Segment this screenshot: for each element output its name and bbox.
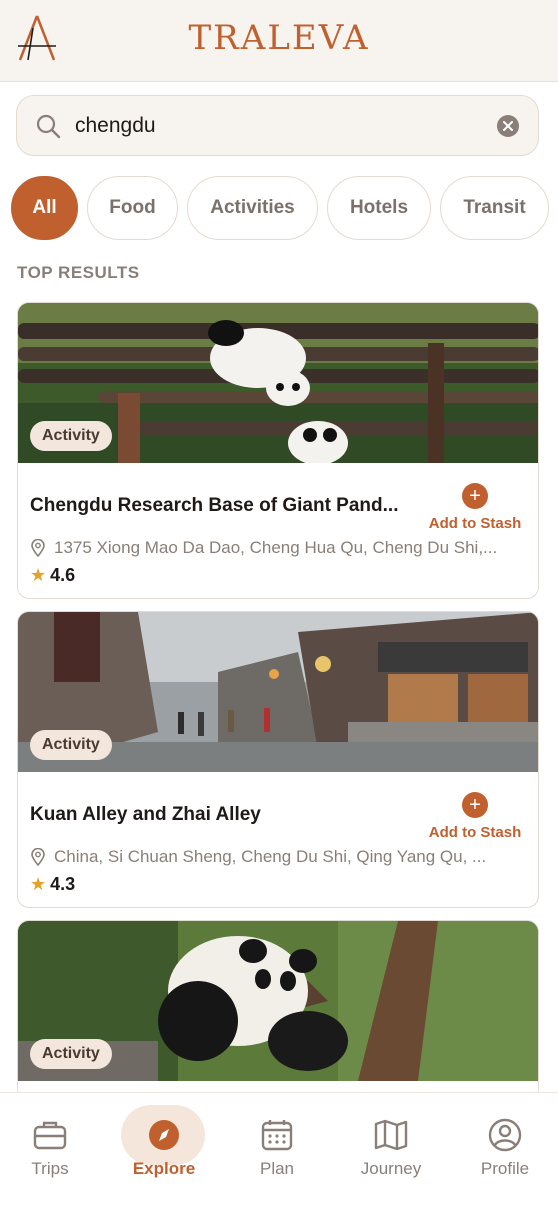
filter-chip-transit[interactable]: Transit [440, 176, 549, 240]
result-photo: Activity [18, 921, 538, 1081]
brand-title: TRALEVA [188, 18, 370, 58]
tab-journey[interactable]: Journey [346, 1105, 436, 1179]
tab-explore[interactable]: Explore [119, 1105, 209, 1179]
filter-chip-all[interactable]: All [11, 176, 78, 240]
result-rating: ★ 4.6 [30, 565, 75, 586]
calendar-icon [261, 1120, 293, 1151]
search-input[interactable] [75, 113, 496, 138]
filter-chips: All Food Activities Hotels Transit [0, 176, 558, 242]
tab-label: Journey [360, 1159, 422, 1178]
category-badge: Activity [30, 421, 112, 451]
result-photo: Activity [18, 612, 538, 772]
result-name[interactable]: Kuan Alley and Zhai Alley [30, 804, 410, 826]
search-icon [36, 114, 61, 138]
tab-label: Plan [259, 1159, 295, 1178]
category-badge: Activity [30, 730, 112, 760]
briefcase-icon [33, 1121, 67, 1150]
add-to-stash-label: Add to Stash [428, 515, 522, 532]
tab-plan[interactable]: Plan [232, 1105, 322, 1179]
compass-icon [149, 1120, 179, 1150]
app-header: TRALEVA [0, 0, 558, 82]
result-rating: ★ 4.3 [30, 874, 75, 895]
filter-chip-hotels[interactable]: Hotels [327, 176, 431, 240]
result-card[interactable]: Activity [17, 920, 539, 1100]
plus-icon: + [462, 483, 488, 509]
search-bar[interactable] [16, 95, 539, 156]
tab-label: Trips [31, 1159, 69, 1178]
add-to-stash-button[interactable]: + Add to Stash [427, 792, 523, 841]
result-card[interactable]: Activity Kuan Alley and Zhai Alley + Add… [17, 611, 539, 908]
plus-icon: + [462, 792, 488, 818]
section-title: TOP RESULTS [17, 263, 140, 282]
bottom-tab-bar: Trips Explore Plan Journey Profile [0, 1092, 558, 1223]
map-icon [374, 1119, 408, 1151]
filter-chip-activities[interactable]: Activities [187, 176, 318, 240]
tab-profile[interactable]: Profile [460, 1105, 550, 1179]
user-circle-icon [488, 1118, 522, 1152]
star-icon: ★ [30, 874, 47, 894]
category-badge: Activity [30, 1039, 112, 1069]
tab-trips[interactable]: Trips [5, 1105, 95, 1179]
tab-label: Explore [132, 1159, 196, 1178]
clear-search-icon[interactable] [496, 114, 520, 138]
result-card[interactable]: Activity Chengdu Research Base of Giant … [17, 302, 539, 599]
address-text: China, Si Chuan Sheng, Cheng Du Shi, Qin… [54, 847, 487, 866]
location-pin-icon [31, 539, 45, 557]
result-name[interactable]: Chengdu Research Base of Giant Pand... [30, 495, 410, 517]
rating-value: 4.3 [50, 874, 76, 894]
address-text: 1375 Xiong Mao Da Dao, Cheng Hua Qu, Che… [54, 538, 498, 557]
add-to-stash-label: Add to Stash [428, 824, 522, 841]
add-to-stash-button[interactable]: + Add to Stash [427, 483, 523, 532]
location-pin-icon [31, 848, 45, 866]
result-address: 1375 Xiong Mao Da Dao, Cheng Hua Qu, Che… [30, 538, 525, 558]
tab-label: Profile [480, 1159, 530, 1178]
result-photo: Activity [18, 303, 538, 463]
result-address: China, Si Chuan Sheng, Cheng Du Shi, Qin… [30, 847, 525, 867]
rating-value: 4.6 [50, 565, 76, 585]
filter-chip-food[interactable]: Food [87, 176, 178, 240]
star-icon: ★ [30, 565, 47, 585]
